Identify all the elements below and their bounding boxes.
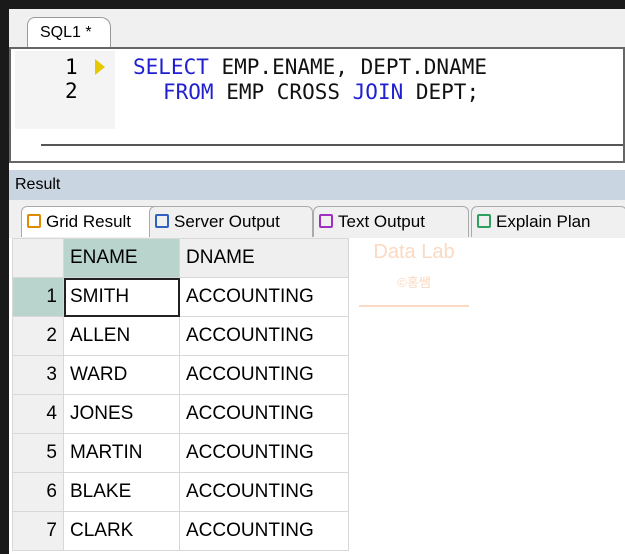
cell-ename[interactable]: MARTIN xyxy=(63,433,180,473)
code-line-1: SELECT EMP.ENAME, DEPT.DNAME xyxy=(133,55,487,79)
code-text: DEPT; xyxy=(403,80,480,104)
line-number: 1 xyxy=(65,55,78,79)
row-number[interactable]: 2 xyxy=(12,316,64,356)
tab-sql1[interactable]: SQL1 * xyxy=(27,17,111,48)
current-line-arrow-icon xyxy=(95,59,105,75)
tab-server-output[interactable]: Server Output xyxy=(149,206,313,237)
cell-ename[interactable]: SMITH xyxy=(63,277,180,317)
result-tabs: Grid Result Server Output Text Output Ex… xyxy=(9,200,625,238)
tab-label: Server Output xyxy=(174,212,280,231)
keyword: JOIN xyxy=(352,80,404,104)
table-row[interactable]: 6 BLAKE ACCOUNTING xyxy=(12,472,349,512)
cell-dname[interactable]: ACCOUNTING xyxy=(179,394,349,434)
watermark-text: Data Lab xyxy=(373,241,455,263)
editor-tab-bar: SQL1 * xyxy=(9,9,625,48)
cell-dname[interactable]: ACCOUNTING xyxy=(179,472,349,512)
table-row[interactable]: 5 MARTIN ACCOUNTING xyxy=(12,433,349,473)
watermark: Data Lab ©홍쌤 xyxy=(359,241,469,307)
cell-ename[interactable]: JONES xyxy=(63,394,180,434)
table-row[interactable]: 1 SMITH ACCOUNTING xyxy=(12,277,349,317)
cell-dname[interactable]: ACCOUNTING xyxy=(179,433,349,473)
table-row[interactable]: 7 CLARK ACCOUNTING xyxy=(12,511,349,551)
row-number[interactable]: 6 xyxy=(12,472,64,512)
row-number[interactable]: 4 xyxy=(12,394,64,434)
watermark-line xyxy=(359,305,469,307)
explain-plan-icon xyxy=(477,214,491,228)
keyword: FROM xyxy=(163,80,214,104)
row-number[interactable]: 7 xyxy=(12,511,64,551)
corner-cell[interactable] xyxy=(12,238,64,278)
code-text: EMP CROSS xyxy=(213,80,353,104)
cell-dname[interactable]: ACCOUNTING xyxy=(179,316,349,356)
cell-ename[interactable]: CLARK xyxy=(63,511,180,551)
tab-explain-plan[interactable]: Explain Plan xyxy=(471,206,625,237)
tab-label: Grid Result xyxy=(46,212,132,231)
cell-dname[interactable]: ACCOUNTING xyxy=(179,355,349,395)
tab-label: Explain Plan xyxy=(496,212,591,231)
cell-ename[interactable]: WARD xyxy=(63,355,180,395)
tab-label: Text Output xyxy=(338,212,425,231)
keyword: SELECT xyxy=(133,55,209,79)
code-text: EMP.ENAME, DEPT.DNAME xyxy=(208,55,488,79)
result-panel-title: Result xyxy=(9,170,625,200)
table-row[interactable]: 2 ALLEN ACCOUNTING xyxy=(12,316,349,356)
cell-ename[interactable]: ALLEN xyxy=(63,316,180,356)
text-output-icon xyxy=(319,214,333,228)
header-row: ENAME DNAME xyxy=(12,238,349,278)
row-number[interactable]: 1 xyxy=(12,277,64,317)
row-number[interactable]: 5 xyxy=(12,433,64,473)
server-output-icon xyxy=(155,214,169,228)
cell-ename[interactable]: BLAKE xyxy=(63,472,180,512)
grid-icon xyxy=(27,214,41,228)
watermark-text: ©홍쌤 xyxy=(397,275,431,290)
table-row[interactable]: 4 JONES ACCOUNTING xyxy=(12,394,349,434)
table-row[interactable]: 3 WARD ACCOUNTING xyxy=(12,355,349,395)
sql-developer-window: SQL1 * 1 2 SELECT EMP.ENAME, DEPT.DNAME … xyxy=(9,9,625,554)
sql-editor[interactable]: 1 2 SELECT EMP.ENAME, DEPT.DNAME FROM EM… xyxy=(9,47,625,163)
cell-dname[interactable]: ACCOUNTING xyxy=(179,277,349,317)
row-number[interactable]: 3 xyxy=(12,355,64,395)
horizontal-scrollbar[interactable] xyxy=(41,144,623,146)
code-line-2: FROM EMP CROSS JOIN DEPT; xyxy=(163,80,479,104)
column-header-dname[interactable]: DNAME xyxy=(179,238,349,278)
line-gutter: 1 2 xyxy=(15,51,115,129)
cell-dname[interactable]: ACCOUNTING xyxy=(179,511,349,551)
result-grid: ENAME DNAME 1 SMITH ACCOUNTING 2 ALLEN ACCOUN… xyxy=(12,238,349,551)
line-number: 2 xyxy=(65,79,78,103)
tab-text-output[interactable]: Text Output xyxy=(313,206,469,237)
column-header-ename[interactable]: ENAME xyxy=(63,238,180,278)
